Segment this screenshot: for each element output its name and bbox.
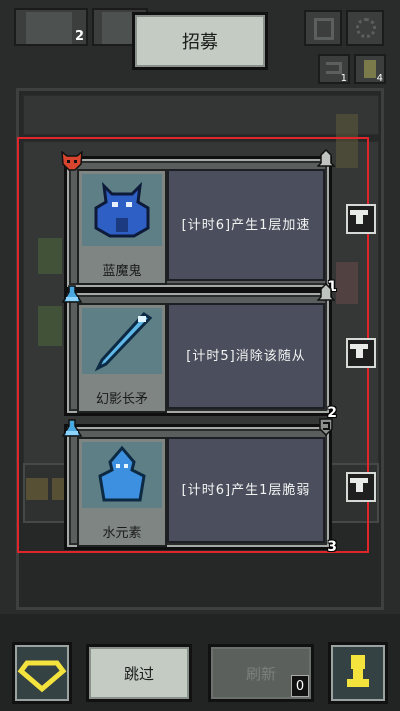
return-arrow-icon [326, 62, 342, 74]
card-portrait: 幻影长矛 [77, 303, 167, 413]
recruit-card-3[interactable]: 水元素 [计时6]产生1层脆弱 3 [61, 418, 337, 555]
recruit-card-2[interactable]: 幻影长矛 [计时5]消除该随从 2 [61, 282, 337, 421]
card-description: [计时5]消除该随从 [167, 303, 325, 409]
unit-portrait-icon [26, 12, 72, 44]
swap-icon [350, 478, 368, 492]
phantom-spear-icon [82, 308, 162, 374]
pawn-button[interactable] [328, 642, 388, 704]
recruit-title: 招募 [182, 32, 218, 53]
swap-button-1[interactable] [346, 204, 376, 234]
bell-icon [316, 148, 336, 169]
refresh-button[interactable]: 刷新 0 [208, 644, 314, 702]
gem-button[interactable] [12, 642, 72, 704]
undo-button[interactable]: 1 [318, 54, 350, 84]
card-description: [计时6]产生1层加速 [167, 169, 325, 281]
card-name: 幻影长矛 [95, 392, 148, 407]
diamond-icon [17, 660, 67, 693]
card-type-icon [61, 150, 83, 171]
board-row [23, 95, 379, 135]
swap-icon [350, 344, 368, 358]
skip-button[interactable]: 跳过 [86, 644, 192, 702]
shield-rune-icon [317, 417, 335, 437]
card-description: [计时6]产生1层脆弱 [167, 437, 325, 543]
swap-icon [350, 210, 368, 224]
card-type-icon [61, 285, 83, 305]
card-portrait: 蓝魔鬼 [77, 169, 167, 285]
recruit-card-1[interactable]: 蓝魔鬼 [计时6]产生1层加速 1 [61, 148, 337, 295]
card-portrait: 水元素 [77, 437, 167, 547]
potion-flask-icon [61, 419, 83, 437]
refresh-label: 刷新 [245, 664, 276, 683]
water-elemental-icon [82, 442, 162, 508]
top-unit-slot-1[interactable]: 2 [14, 8, 88, 46]
potion-flask-icon [61, 285, 83, 303]
recruit-title-button[interactable]: 招募 [132, 12, 268, 70]
settings-button[interactable] [346, 10, 384, 46]
bell-icon [316, 282, 336, 303]
swap-button-3[interactable] [346, 472, 376, 502]
gear-icon [356, 18, 376, 38]
card-name: 水元素 [102, 526, 142, 541]
pawn-count-button[interactable]: 4 [354, 54, 386, 84]
demon-mask-icon [61, 150, 83, 171]
refresh-cost: 0 [291, 675, 309, 697]
card-number: 3 [327, 539, 337, 555]
help-button[interactable] [304, 10, 342, 46]
card-name: 蓝魔鬼 [102, 264, 142, 279]
swap-button-2[interactable] [346, 338, 376, 368]
card-type-icon [61, 419, 83, 439]
question-icon [314, 18, 334, 40]
pawn-icon [347, 655, 369, 687]
blue-demon-icon [82, 174, 162, 246]
pawn-icon [364, 60, 376, 78]
skip-label: 跳过 [123, 664, 154, 683]
unit-count: 2 [74, 29, 84, 44]
